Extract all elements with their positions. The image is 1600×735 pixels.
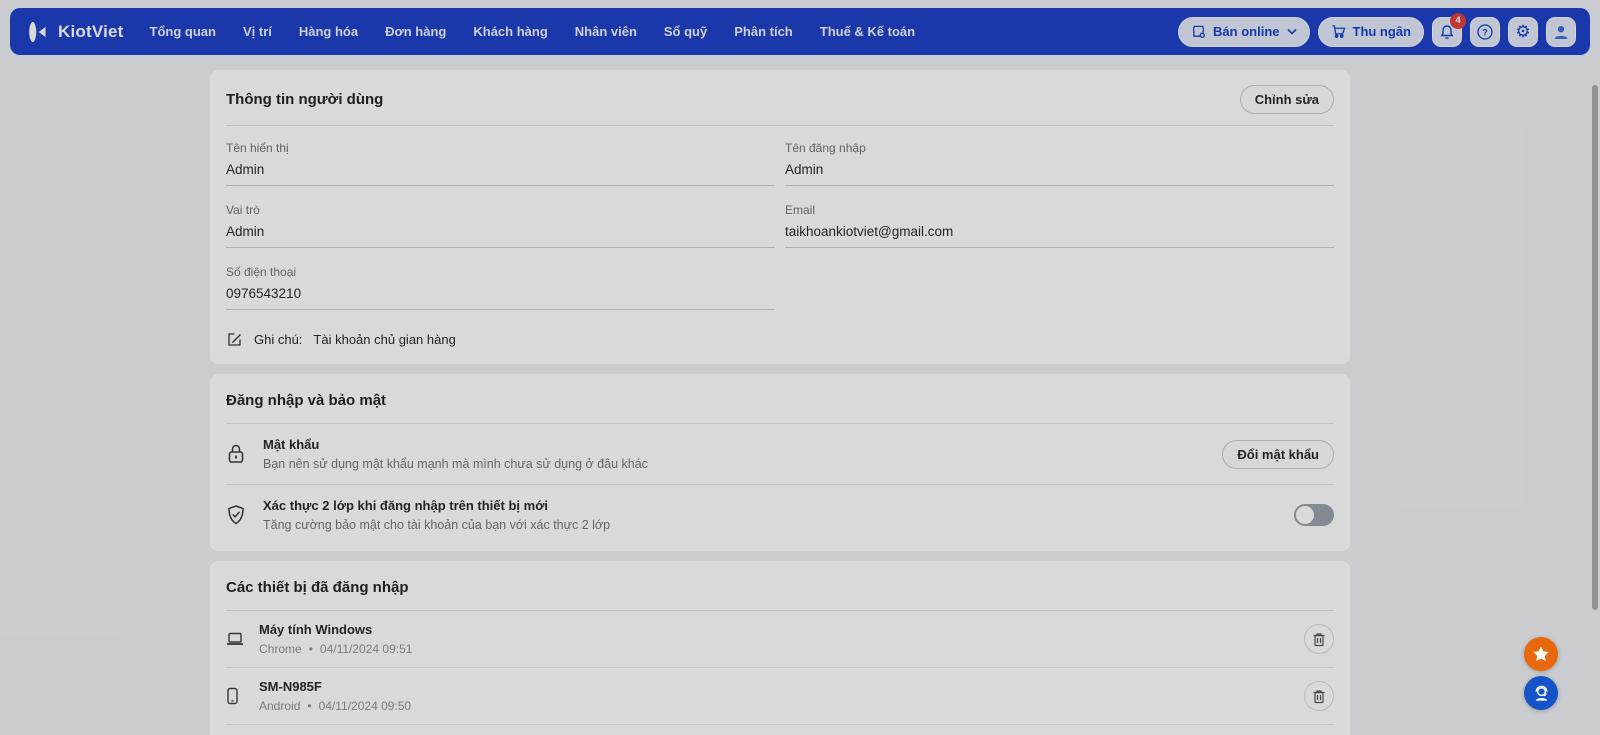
device-name: SM-N985F [259, 679, 322, 694]
rating-star-button[interactable] [1524, 637, 1558, 671]
star-icon [1532, 645, 1550, 663]
field-label: Tên hiển thị [226, 141, 289, 155]
user-info-title: Thông tin người dùng [226, 90, 384, 108]
field-spacer [785, 265, 1334, 327]
divider [226, 125, 1334, 126]
thu-ngan-label: Thu ngân [1352, 24, 1412, 39]
toggle-knob [1296, 506, 1314, 524]
chevron-down-icon [1286, 28, 1297, 35]
note-row: Ghi chú: Tài khoản chủ gian hàng [226, 331, 1334, 348]
device-row: Máy tính Windows Chrome • 05/10/2024 10:… [226, 724, 1334, 735]
vertical-scrollbar[interactable] [1592, 85, 1598, 610]
device-date: 04/11/2024 09:50 [318, 699, 412, 713]
trash-icon [1312, 632, 1326, 647]
ban-online-label: Bán online [1213, 24, 1280, 39]
two-factor-description: Tăng cường bảo mật cho tài khoản của bạn… [263, 518, 611, 532]
edit-note-icon[interactable] [226, 331, 243, 348]
nav-item-hang-hoa[interactable]: Hàng hóa [299, 24, 358, 39]
devices-title: Các thiết bị đã đăng nhập [226, 578, 409, 596]
headset-icon [1532, 684, 1551, 703]
field-email: Email taikhoankiotviet@gmail.com [785, 203, 1334, 248]
phone-icon [226, 687, 246, 705]
nav-item-tong-quan[interactable]: Tổng quan [150, 24, 216, 39]
two-factor-toggle[interactable] [1294, 504, 1334, 526]
password-title: Mật khẩu [263, 437, 320, 452]
user-info-fields: Tên hiển thị Admin Tên đăng nhập Admin V… [226, 141, 1334, 327]
nav-item-thue-ke-toan[interactable]: Thuế & Kế toán [820, 24, 915, 39]
store-icon [1191, 24, 1206, 39]
device-row: SM-N985F Android • 04/11/2024 09:50 [226, 667, 1334, 724]
device-row: Máy tính Windows Chrome • 04/11/2024 09:… [226, 611, 1334, 667]
field-username: Tên đăng nhập Admin [785, 141, 1334, 186]
help-icon: ? [1476, 23, 1494, 41]
delete-device-button[interactable] [1304, 681, 1334, 711]
two-factor-row: Xác thực 2 lớp khi đăng nhập trên thiết … [226, 484, 1334, 545]
laptop-icon [226, 631, 246, 647]
device-browser: Chrome [259, 642, 302, 656]
svg-text:?: ? [1482, 27, 1488, 37]
nav-item-khach-hang[interactable]: Khách hàng [473, 24, 547, 39]
field-label: Số điện thoại [226, 265, 297, 279]
device-date: 04/11/2024 09:51 [319, 642, 413, 656]
nav-actions: Bán online Thu ngân 4 ? ⚙ [1178, 12, 1576, 47]
dot-separator: • [308, 642, 313, 656]
field-display-name: Tên hiển thị Admin [226, 141, 775, 186]
security-card: Đăng nhập và bảo mật Mật khẩu Bạn nên sử… [210, 374, 1350, 551]
avatar-icon [1552, 23, 1570, 41]
ban-online-button[interactable]: Bán online [1178, 16, 1310, 47]
delete-device-button[interactable] [1304, 624, 1334, 654]
security-title: Đăng nhập và bảo mật [226, 391, 387, 409]
nav-item-vi-tri[interactable]: Vị trí [243, 24, 272, 39]
notification-badge: 4 [1450, 12, 1466, 29]
field-value: Admin [226, 162, 775, 186]
nav-menu: Tổng quan Vị trí Hàng hóa Đơn hàng Khách… [150, 24, 916, 39]
thu-ngan-button[interactable]: Thu ngân [1317, 16, 1424, 47]
field-value: taikhoankiotviet@gmail.com [785, 224, 1334, 248]
notifications-button[interactable]: 4 [1432, 12, 1466, 47]
main-content: Thông tin người dùng Chỉnh sửa Tên hiển … [210, 70, 1350, 735]
password-description: Bạn nên sử dụng mật khẩu mạnh mà mình ch… [263, 457, 648, 471]
field-phone: Số điện thoại 0976543210 [226, 265, 775, 310]
nav-item-nhan-vien[interactable]: Nhân viên [575, 24, 637, 39]
kiotviet-logo[interactable]: KiotViet [24, 20, 124, 44]
nav-item-phan-tich[interactable]: Phân tích [734, 24, 793, 39]
field-role: Vai trò Admin [226, 203, 775, 248]
support-button[interactable] [1524, 676, 1558, 710]
field-label: Tên đăng nhập [785, 141, 866, 155]
nav-item-don-hang[interactable]: Đơn hàng [385, 24, 446, 39]
gear-icon: ⚙ [1515, 22, 1531, 41]
field-value: Admin [785, 162, 1334, 186]
cart-icon [1331, 24, 1346, 39]
help-button[interactable]: ? [1470, 16, 1500, 47]
brand-name: KiotViet [58, 21, 124, 41]
nav-item-so-quy[interactable]: Sổ quỹ [664, 24, 707, 39]
devices-card: Các thiết bị đã đăng nhập Máy tính Windo… [210, 561, 1350, 735]
edit-button[interactable]: Chỉnh sửa [1239, 84, 1334, 114]
device-browser: Android [259, 699, 301, 713]
field-label: Vai trò [226, 203, 260, 217]
account-button[interactable] [1546, 16, 1576, 47]
shield-check-icon [226, 504, 250, 526]
settings-button[interactable]: ⚙ [1508, 16, 1538, 47]
dot-separator: • [307, 699, 312, 713]
kiotviet-logo-icon [24, 20, 50, 44]
device-name: Máy tính Windows [259, 622, 373, 637]
note-label: Ghi chú: [254, 332, 303, 347]
trash-icon [1312, 689, 1326, 704]
field-label: Email [785, 203, 816, 217]
note-value: Tài khoản chủ gian hàng [313, 332, 456, 347]
password-row: Mật khẩu Bạn nên sử dụng mật khẩu mạnh m… [226, 424, 1334, 484]
field-value: 0976543210 [226, 286, 775, 310]
change-password-button[interactable]: Đổi mật khẩu [1222, 439, 1334, 469]
field-value: Admin [226, 224, 775, 248]
lock-icon [226, 443, 250, 465]
top-navigation: KiotViet Tổng quan Vị trí Hàng hóa Đơn h… [10, 8, 1590, 55]
user-info-card: Thông tin người dùng Chỉnh sửa Tên hiển … [210, 70, 1350, 364]
two-factor-title: Xác thực 2 lớp khi đăng nhập trên thiết … [263, 498, 549, 513]
